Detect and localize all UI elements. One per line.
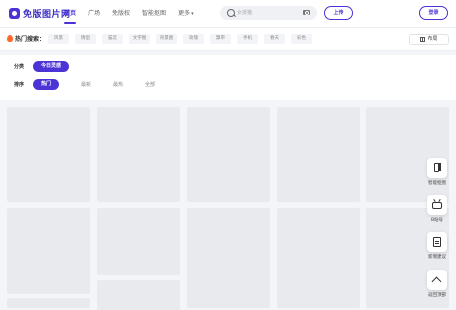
nav-smart-cutout[interactable]: 智能抠图: [142, 0, 166, 27]
tool-bilibili[interactable]: B站号: [422, 195, 452, 223]
category-pill[interactable]: 今日灵感: [33, 61, 70, 72]
tool-box[interactable]: [427, 270, 447, 290]
nav-more[interactable]: 更多▾: [178, 0, 194, 27]
logo-icon: [9, 8, 20, 19]
image-card[interactable]: [277, 107, 360, 202]
category-row: 分类 今日灵感: [14, 61, 70, 72]
sort-label: 排序: [14, 82, 25, 88]
hot-chip[interactable]: 春天: [264, 34, 285, 44]
phone-icon: [434, 163, 441, 172]
upload-button[interactable]: 上传: [324, 6, 353, 20]
search-icon[interactable]: [227, 9, 235, 17]
nav-more-label: 更多: [178, 10, 191, 17]
image-card[interactable]: [7, 208, 90, 294]
filter-panel: 分类 今日灵感 排序 热门 最新 最热 全部: [0, 55, 456, 100]
hot-search-bar: 热门搜索： 风景 情侣 猫云 文字图 背景图 玫瑰 飘带 手机 春天 彩色 布局: [0, 28, 456, 51]
search-bar: [220, 6, 317, 20]
hot-search-text: 热门搜索：: [15, 36, 46, 43]
camera-icon[interactable]: [303, 10, 310, 15]
sort-option-hottest[interactable]: 最热: [113, 81, 123, 88]
bilibili-icon: [432, 202, 442, 209]
hot-chip[interactable]: 情侣: [75, 34, 96, 44]
image-card[interactable]: [187, 107, 270, 202]
hot-search-chips: 风景 情侣 猫云 文字图 背景图 玫瑰 飘带 手机 春天 彩色: [48, 34, 318, 44]
tool-label: B站号: [430, 218, 444, 223]
nav-copyright-free[interactable]: 免版权: [112, 0, 130, 27]
hot-chip[interactable]: 飘带: [210, 34, 231, 44]
hot-chip[interactable]: 文字图: [129, 34, 150, 44]
tool-box[interactable]: [427, 232, 447, 252]
image-card[interactable]: [187, 208, 270, 308]
category-label: 分类: [14, 64, 25, 70]
chevron-down-icon: ▾: [191, 11, 194, 17]
tool-label: 新增建议: [428, 255, 446, 260]
sort-row: 排序 热门 最新 最热 全部: [14, 79, 155, 90]
hot-search-label: 热门搜索：: [7, 34, 45, 43]
tool-smart-cutout[interactable]: 智能抠图: [422, 158, 452, 186]
image-card[interactable]: [97, 280, 180, 310]
layout-icon: [420, 37, 426, 42]
tool-label: 智能抠图: [428, 181, 446, 186]
hot-chip[interactable]: 彩色: [291, 34, 312, 44]
login-button[interactable]: 登录: [419, 6, 448, 20]
image-card[interactable]: [97, 107, 180, 202]
sort-option-latest[interactable]: 最新: [81, 81, 91, 88]
image-card[interactable]: [366, 107, 449, 202]
main-nav: 首页 广场 免版权 智能抠图 更多▾: [64, 0, 206, 27]
tool-feedback[interactable]: 新增建议: [422, 232, 452, 260]
nav-home[interactable]: 首页: [64, 0, 77, 27]
image-card[interactable]: [277, 208, 360, 308]
feedback-icon: [433, 237, 441, 247]
nav-square[interactable]: 广场: [88, 0, 100, 27]
hot-chip[interactable]: 风景: [48, 34, 69, 44]
hot-chip[interactable]: 背景图: [156, 34, 177, 44]
sort-option-all[interactable]: 全部: [145, 81, 155, 88]
tool-label: 返回顶部: [428, 293, 446, 298]
image-card[interactable]: [97, 208, 180, 275]
sort-option-hot[interactable]: 热门: [33, 79, 60, 90]
tool-back-to-top[interactable]: 返回顶部: [422, 270, 452, 298]
hot-chip[interactable]: 手机: [237, 34, 258, 44]
layout-label: 布局: [427, 36, 438, 42]
top-header: 免版图片网 首页 广场 免版权 智能抠图 更多▾ 上传 登录: [0, 0, 456, 28]
search-input[interactable]: [237, 8, 297, 18]
hot-chip[interactable]: 猫云: [102, 34, 123, 44]
layout-button[interactable]: 布局: [409, 34, 449, 45]
back-to-top-icon: [431, 276, 442, 287]
site-logo[interactable]: 免版图片网: [9, 7, 71, 20]
tool-box[interactable]: [427, 158, 447, 178]
fire-icon: [7, 35, 13, 42]
tool-box[interactable]: [427, 195, 447, 215]
hot-chip[interactable]: 玫瑰: [183, 34, 204, 44]
image-grid: [7, 107, 449, 310]
image-card[interactable]: [7, 107, 90, 202]
